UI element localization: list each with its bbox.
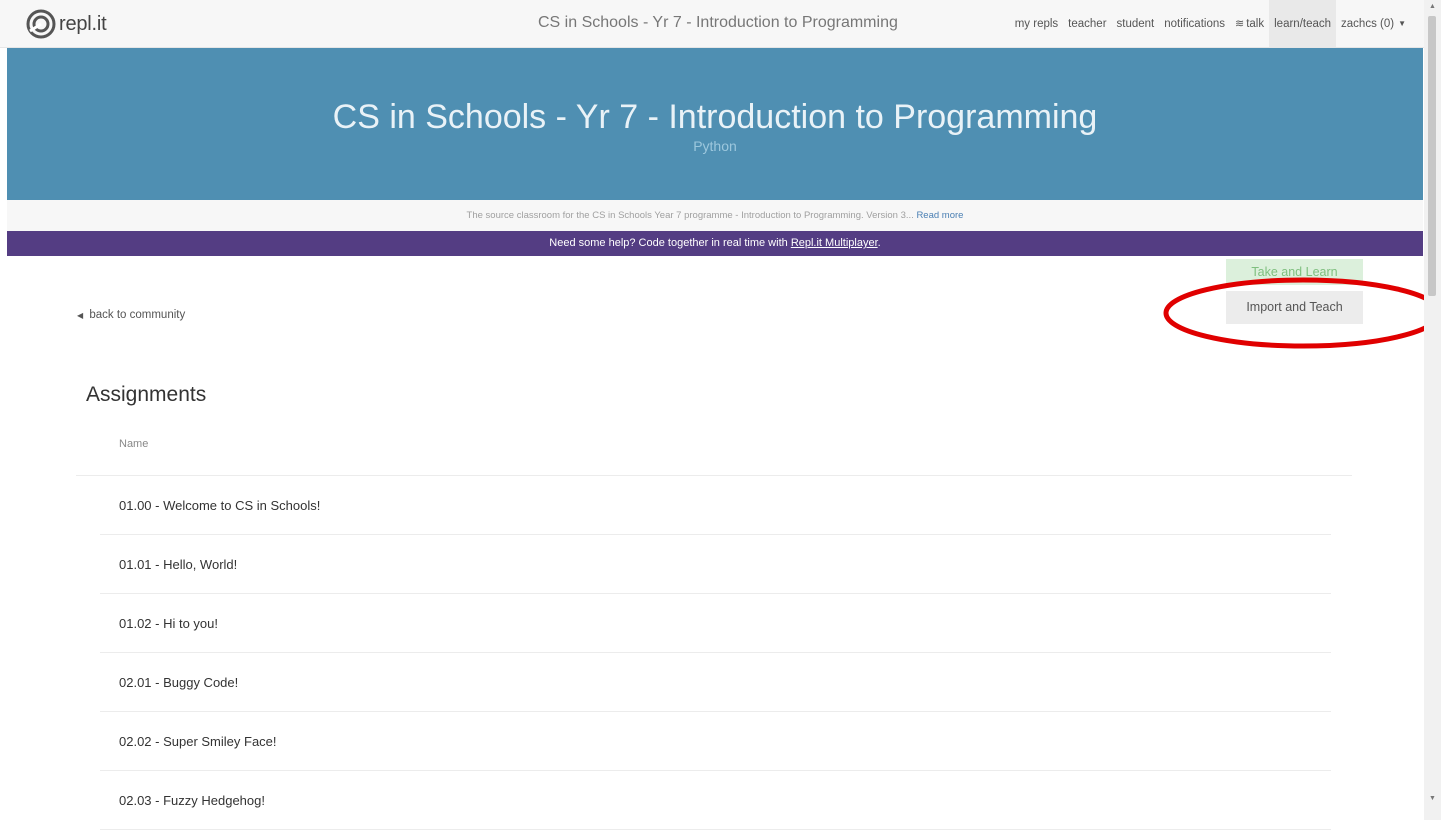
assignment-row[interactable]: 02.02 - Super Smiley Face!	[100, 712, 1331, 771]
classroom-title: CS in Schools - Yr 7 - Introduction to P…	[332, 98, 1098, 136]
nav-link-my-repls[interactable]: my repls	[1010, 0, 1063, 47]
column-header-name[interactable]: Name	[119, 438, 148, 450]
caret-down-icon: ▼	[1398, 19, 1406, 28]
assignment-row[interactable]: 02.03 - Fuzzy Hedgehog!	[100, 771, 1331, 830]
take-and-learn-button[interactable]: Take and Learn	[1226, 259, 1363, 285]
back-link-label: back to community	[89, 309, 186, 321]
caret-left-icon: ◀	[77, 311, 84, 320]
import-and-teach-button[interactable]: Import and Teach	[1226, 291, 1363, 324]
nav-links: my repls teacher student notifications ≋…	[1010, 0, 1424, 47]
nav-link-notifications[interactable]: notifications	[1159, 0, 1230, 47]
banner-text: Need some help? Code together in real ti…	[549, 237, 791, 249]
description-text: The source classroom for the CS in Schoo…	[466, 210, 914, 221]
scrollbar-thumb[interactable]	[1428, 16, 1436, 296]
replit-logo-icon	[26, 9, 56, 39]
user-menu-label: zachcs (0)	[1341, 17, 1395, 30]
read-more-link[interactable]: Read more	[916, 210, 963, 221]
banner-suffix: .	[877, 237, 881, 249]
multiplayer-banner: Need some help? Code together in real ti…	[7, 231, 1423, 256]
assignments-list: 01.00 - Welcome to CS in Schools! 01.01 …	[100, 476, 1331, 830]
assignment-row[interactable]: 02.01 - Buggy Code!	[100, 653, 1331, 712]
classroom-description: The source classroom for the CS in Schoo…	[7, 200, 1423, 231]
assignments-heading: Assignments	[86, 383, 207, 406]
back-to-community-link[interactable]: ◀ back to community	[77, 309, 185, 321]
people-icon: ≋	[1235, 18, 1245, 30]
assignment-row[interactable]: 01.02 - Hi to you!	[100, 594, 1331, 653]
vertical-scrollbar[interactable]: ▲ ▼	[1424, 0, 1441, 820]
assignment-row[interactable]: 01.00 - Welcome to CS in Schools!	[100, 476, 1331, 535]
logo-text: repl.it	[59, 12, 107, 35]
top-nav: repl.it CS in Schools - Yr 7 - Introduct…	[0, 0, 1424, 48]
nav-link-teacher[interactable]: teacher	[1063, 0, 1111, 47]
classroom-hero: CS in Schools - Yr 7 - Introduction to P…	[7, 48, 1423, 200]
replit-logo[interactable]: repl.it	[26, 9, 107, 39]
nav-link-talk-label: talk	[1246, 17, 1265, 30]
classroom-language: Python	[693, 138, 737, 154]
nav-page-title: CS in Schools - Yr 7 - Introduction to P…	[538, 14, 898, 31]
scroll-up-icon[interactable]: ▲	[1424, 0, 1441, 14]
nav-link-learn-teach[interactable]: learn/teach	[1269, 0, 1337, 47]
nav-link-talk[interactable]: ≋ talk	[1230, 0, 1269, 47]
nav-link-student[interactable]: student	[1112, 0, 1160, 47]
user-menu[interactable]: zachcs (0) ▼	[1336, 0, 1424, 47]
multiplayer-link[interactable]: Repl.it Multiplayer	[791, 237, 878, 249]
scroll-down-icon[interactable]: ▼	[1424, 792, 1441, 806]
assignment-row[interactable]: 01.01 - Hello, World!	[100, 535, 1331, 594]
